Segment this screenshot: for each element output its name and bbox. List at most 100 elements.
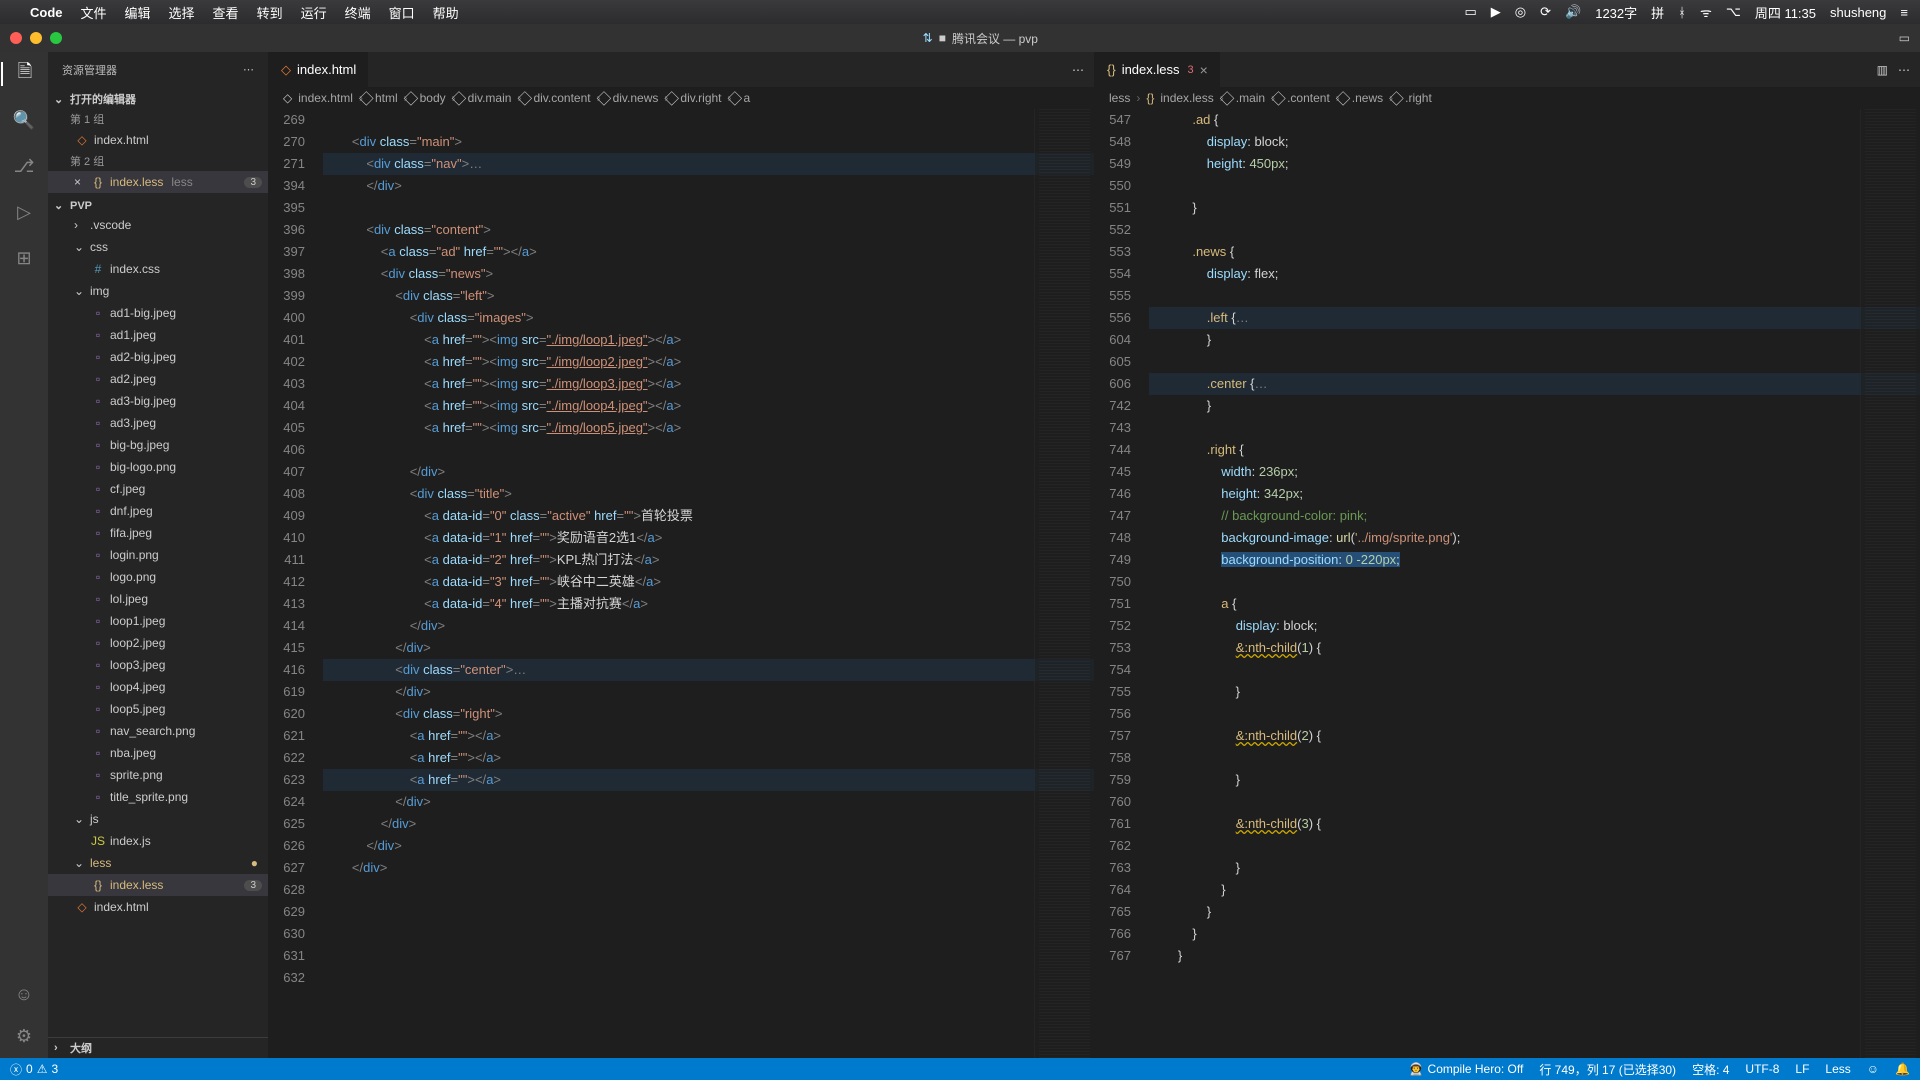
file-item[interactable]: ▫ad2.jpeg bbox=[48, 368, 268, 390]
more-icon[interactable]: ⋯ bbox=[1898, 63, 1910, 77]
project-header[interactable]: ⌄PVP bbox=[48, 197, 268, 214]
more-icon[interactable]: ⋯ bbox=[1072, 63, 1084, 77]
open-editor-item[interactable]: ◇index.html bbox=[48, 129, 268, 151]
group-1-label: 第 1 组 bbox=[48, 109, 268, 129]
menu-edit[interactable]: 编辑 bbox=[125, 3, 151, 22]
menu-view[interactable]: 查看 bbox=[213, 3, 239, 22]
bluetooth-icon[interactable]: ᚼ bbox=[1678, 5, 1686, 20]
file-item[interactable]: ▫cf.jpeg bbox=[48, 478, 268, 500]
breadcrumb[interactable]: ◇index.html› ⃟html› ⃟body› ⃟div.main› ⃟d… bbox=[269, 87, 1094, 109]
status-language[interactable]: Less bbox=[1825, 1062, 1850, 1076]
file-item[interactable]: ▫ad1-big.jpeg bbox=[48, 302, 268, 324]
explorer-icon[interactable]: 🗎 bbox=[1, 62, 47, 86]
file-item[interactable]: ▫ad2-big.jpeg bbox=[48, 346, 268, 368]
notifications-icon[interactable]: 🔔 bbox=[1895, 1062, 1910, 1076]
file-item[interactable]: ▫fifa.jpeg bbox=[48, 522, 268, 544]
menu-file[interactable]: 文件 bbox=[81, 3, 107, 22]
file-item[interactable]: #index.css bbox=[48, 258, 268, 280]
file-item[interactable]: ▫loop3.jpeg bbox=[48, 654, 268, 676]
folder-img[interactable]: ⌄img bbox=[48, 280, 268, 302]
app-name[interactable]: Code bbox=[30, 5, 63, 20]
status-encoding[interactable]: UTF-8 bbox=[1745, 1062, 1779, 1076]
menu-goto[interactable]: 转到 bbox=[257, 3, 283, 22]
menu-window[interactable]: 窗口 bbox=[389, 3, 415, 22]
file-item[interactable]: ▫nba.jpeg bbox=[48, 742, 268, 764]
close-window-button[interactable] bbox=[10, 32, 22, 44]
file-item[interactable]: ▫dnf.jpeg bbox=[48, 500, 268, 522]
code-editor[interactable]: 2692702713943953963973983994004014024034… bbox=[269, 109, 1094, 1058]
file-item[interactable]: ▫big-logo.png bbox=[48, 456, 268, 478]
outline-header[interactable]: ›大纲 bbox=[48, 1037, 268, 1058]
menu-terminal[interactable]: 终端 bbox=[345, 3, 371, 22]
file-item[interactable]: ▫loop5.jpeg bbox=[48, 698, 268, 720]
file-item[interactable]: ▫nav_search.png bbox=[48, 720, 268, 742]
menu-run[interactable]: 运行 bbox=[301, 3, 327, 22]
source-control-icon[interactable]: ⎇ bbox=[12, 154, 36, 178]
menu-select[interactable]: 选择 bbox=[169, 3, 195, 22]
folder-css[interactable]: ⌄css bbox=[48, 236, 268, 258]
tray-icon[interactable]: ⟳ bbox=[1540, 4, 1551, 20]
menu-help[interactable]: 帮助 bbox=[433, 3, 459, 22]
tray-icon[interactable]: ▶ bbox=[1491, 4, 1501, 20]
file-item[interactable]: JSindex.js bbox=[48, 830, 268, 852]
file-item[interactable]: ▫logo.png bbox=[48, 566, 268, 588]
status-problems[interactable]: ⓧ0⚠3 bbox=[10, 1061, 58, 1078]
account-icon[interactable]: ☺ bbox=[12, 982, 36, 1006]
settings-gear-icon[interactable]: ⚙ bbox=[12, 1024, 36, 1048]
close-tab-icon[interactable]: × bbox=[1200, 62, 1208, 78]
split-icon[interactable]: ▥ bbox=[1877, 63, 1888, 77]
menu-extra-icon[interactable]: ≡ bbox=[1900, 5, 1908, 20]
language-icon[interactable]: 拼 bbox=[1651, 3, 1664, 22]
clock[interactable]: 周四 11:35 bbox=[1755, 3, 1816, 22]
folder-vscode[interactable]: ›.vscode bbox=[48, 214, 268, 236]
file-item[interactable]: ◇index.html bbox=[48, 896, 268, 918]
file-item[interactable]: ▫loop2.jpeg bbox=[48, 632, 268, 654]
status-eol[interactable]: LF bbox=[1795, 1062, 1809, 1076]
status-cursor-pos[interactable]: 行 749，列 17 (已选择30) bbox=[1539, 1061, 1676, 1078]
file-item[interactable]: ▫sprite.png bbox=[48, 764, 268, 786]
file-item[interactable]: ▫login.png bbox=[48, 544, 268, 566]
status-compile-hero[interactable]: 👨‍🚀 Compile Hero: Off bbox=[1409, 1062, 1524, 1076]
activity-bar: 🗎 🔍 ⎇ ▷ ⊞ ☺ ⚙ bbox=[0, 52, 48, 1058]
sidebar-title: 资源管理器 bbox=[62, 62, 117, 78]
tab-index-less[interactable]: {}index.less3× bbox=[1095, 52, 1221, 87]
file-item[interactable]: ▫title_sprite.png bbox=[48, 786, 268, 808]
minimap[interactable] bbox=[1034, 109, 1094, 1058]
window-titlebar: ⇅ ■ 腾讯会议 — pvp ▭ bbox=[0, 24, 1920, 52]
wifi-icon[interactable]: ᯤ bbox=[1700, 3, 1712, 21]
file-item[interactable]: ▫loop4.jpeg bbox=[48, 676, 268, 698]
volume-icon[interactable]: 🔊 bbox=[1565, 4, 1581, 20]
layout-icon[interactable]: ▭ bbox=[1899, 31, 1910, 45]
folder-less[interactable]: ⌄less● bbox=[48, 852, 268, 874]
maximize-window-button[interactable] bbox=[50, 32, 62, 44]
group-2-label: 第 2 组 bbox=[48, 151, 268, 171]
breadcrumb[interactable]: less› {}index.less› ⃟.main› ⃟.content› ⃟… bbox=[1095, 87, 1920, 109]
search-icon[interactable]: 🔍 bbox=[12, 108, 36, 132]
file-item[interactable]: ▫ad3.jpeg bbox=[48, 412, 268, 434]
folder-js[interactable]: ⌄js bbox=[48, 808, 268, 830]
tray-icon[interactable]: ▭ bbox=[1464, 4, 1476, 20]
user-name[interactable]: shusheng bbox=[1830, 5, 1886, 20]
extensions-icon[interactable]: ⊞ bbox=[12, 246, 36, 270]
error-icon: ⓧ bbox=[10, 1061, 22, 1078]
open-editor-item[interactable]: ×{} index.less less 3 bbox=[48, 171, 268, 193]
editor-pane-2: {}index.less3× ▥ ⋯ less› {}index.less› ⃟.… bbox=[1094, 52, 1920, 1058]
file-item[interactable]: ▫ad1.jpeg bbox=[48, 324, 268, 346]
code-editor[interactable]: 5475485495505515525535545555566046056067… bbox=[1095, 109, 1920, 1058]
more-icon[interactable]: ⋯ bbox=[243, 63, 254, 76]
file-item[interactable]: ▫ad3-big.jpeg bbox=[48, 390, 268, 412]
status-spaces[interactable]: 空格: 4 bbox=[1692, 1061, 1729, 1078]
feedback-icon[interactable]: ☺ bbox=[1867, 1062, 1879, 1076]
minimap[interactable] bbox=[1860, 109, 1920, 1058]
file-item-active[interactable]: {}index.less3 bbox=[48, 874, 268, 896]
debug-icon[interactable]: ▷ bbox=[12, 200, 36, 224]
tab-index-html[interactable]: ◇index.html bbox=[269, 52, 369, 87]
file-item[interactable]: ▫lol.jpeg bbox=[48, 588, 268, 610]
control-center-icon[interactable]: ⌥ bbox=[1726, 4, 1741, 20]
tray-icon[interactable]: ◎ bbox=[1515, 4, 1526, 20]
file-item[interactable]: ▫loop1.jpeg bbox=[48, 610, 268, 632]
minimize-window-button[interactable] bbox=[30, 32, 42, 44]
open-editors-header[interactable]: ⌄打开的编辑器 bbox=[48, 89, 268, 109]
file-item[interactable]: ▫big-bg.jpeg bbox=[48, 434, 268, 456]
ime-status[interactable]: 1232字 bbox=[1595, 3, 1637, 22]
